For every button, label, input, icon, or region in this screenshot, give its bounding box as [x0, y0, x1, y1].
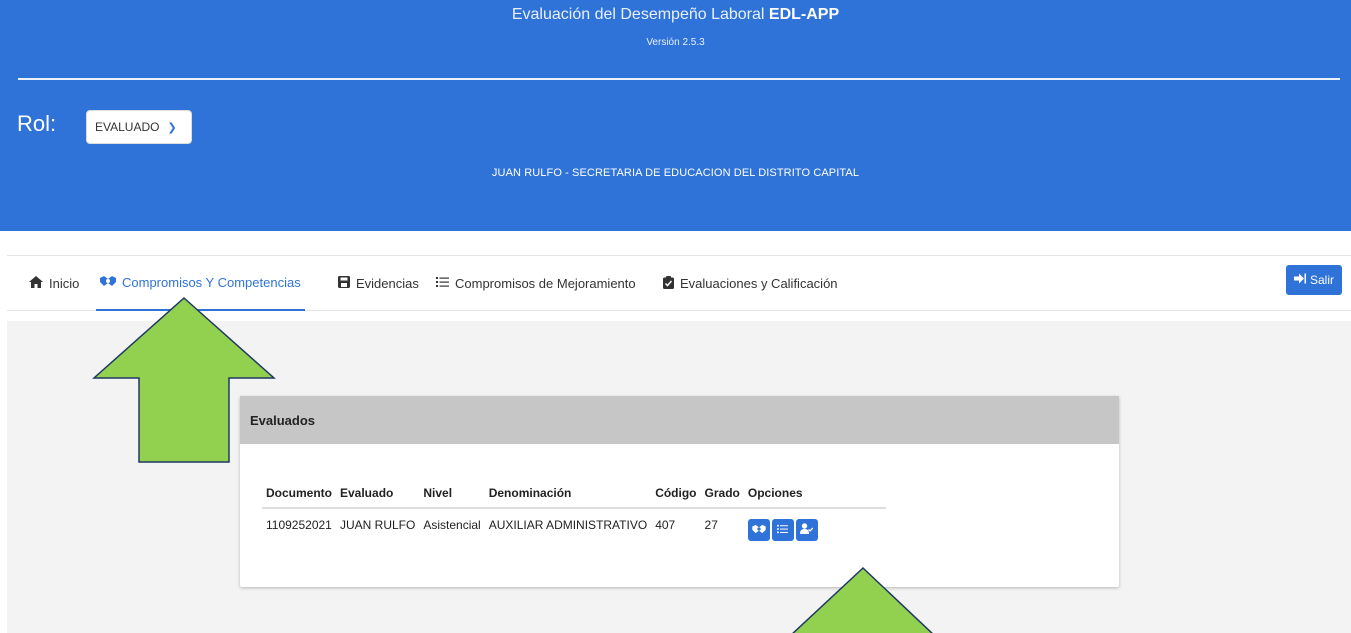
app-header: Evaluación del Desempeño Laboral EDL-APP… [0, 0, 1351, 231]
home-icon [29, 276, 43, 291]
sign-out-icon [1293, 273, 1306, 287]
rol-select[interactable]: EVALUADO ❯ [86, 110, 192, 144]
evaluate-user-button[interactable] [795, 519, 818, 541]
compromisos-button[interactable] [747, 519, 770, 541]
cell-nivel: Asistencial [423, 518, 481, 532]
handshake-icon [752, 523, 766, 537]
options-group [747, 509, 882, 541]
cell-documento: 1109252021 [266, 518, 332, 532]
cell-denominacion: AUXILIAR ADMINISTRATIVO [488, 518, 648, 532]
page: Evaluación del Desempeño Laboral EDL-APP… [0, 0, 1351, 633]
list-icon [777, 523, 789, 537]
evaluados-table: Documento Evaluado Nivel Denominación Có… [262, 478, 886, 541]
column-header: Nivel [419, 478, 485, 509]
app-title-prefix: Evaluación del Desempeño Laboral [511, 6, 765, 23]
column-header: Grado [700, 478, 744, 509]
arrow-up-annotation [92, 296, 276, 463]
nav-item-label: Compromisos Y Competencias [122, 275, 301, 290]
clipboard-check-icon [663, 275, 674, 292]
cell-evaluado: JUAN RULFO [340, 518, 416, 532]
column-header: Documento [262, 478, 336, 509]
app-title: Evaluación del Desempeño Laboral EDL-APP [0, 6, 1351, 24]
nav-item-label: Inicio [49, 276, 80, 291]
logout-label: Salir [1309, 273, 1334, 287]
cell-grado: 27 [704, 518, 718, 532]
list-button[interactable] [771, 519, 794, 541]
user-check-icon [800, 523, 814, 537]
card-title: Evaluados [240, 396, 1119, 444]
nav-item-compromisos-mejoramiento[interactable]: Compromisos de Mejoramiento [436, 256, 636, 311]
table-header-row: Documento Evaluado Nivel Denominación Có… [262, 478, 886, 509]
app-title-app: EDL-APP [768, 6, 840, 23]
column-header: Código [651, 478, 701, 509]
handshake-icon [100, 275, 116, 290]
column-header: Opciones [743, 478, 886, 509]
arrow-up-options-annotation [792, 566, 933, 633]
logout-button[interactable]: Salir [1286, 265, 1342, 295]
evaluados-card: Evaluados Documento Evaluado Nivel Denom… [240, 396, 1119, 587]
nav-item-label: Evaluaciones y Calificación [680, 276, 838, 291]
nav-item-evaluaciones-calificacion[interactable]: Evaluaciones y Calificación [663, 256, 838, 311]
nav-item-label: Evidencias [356, 276, 419, 291]
column-header: Denominación [484, 478, 652, 509]
nav-item-label: Compromisos de Mejoramiento [455, 276, 636, 291]
column-header: Evaluado [336, 478, 420, 509]
rol-label: Rol: [17, 111, 57, 136]
list-icon [436, 276, 449, 291]
version-label: Versión 2.5.3 [646, 37, 705, 48]
cell-opciones [744, 508, 886, 541]
user-info: JUAN RULFO - SECRETARIA DE EDUCACION DEL… [491, 167, 860, 179]
chevron-down-icon: ❯ [167, 121, 177, 134]
cell-codigo: 407 [655, 518, 676, 532]
header-divider [18, 78, 1340, 80]
table-row: 1109252021 JUAN RULFO Asistencial AUXILI… [262, 508, 886, 541]
rol-select-value: EVALUADO [95, 120, 160, 134]
nav-item-inicio[interactable]: Inicio [29, 256, 79, 311]
nav-item-evidencias[interactable]: Evidencias [338, 256, 419, 311]
save-icon [338, 276, 350, 291]
